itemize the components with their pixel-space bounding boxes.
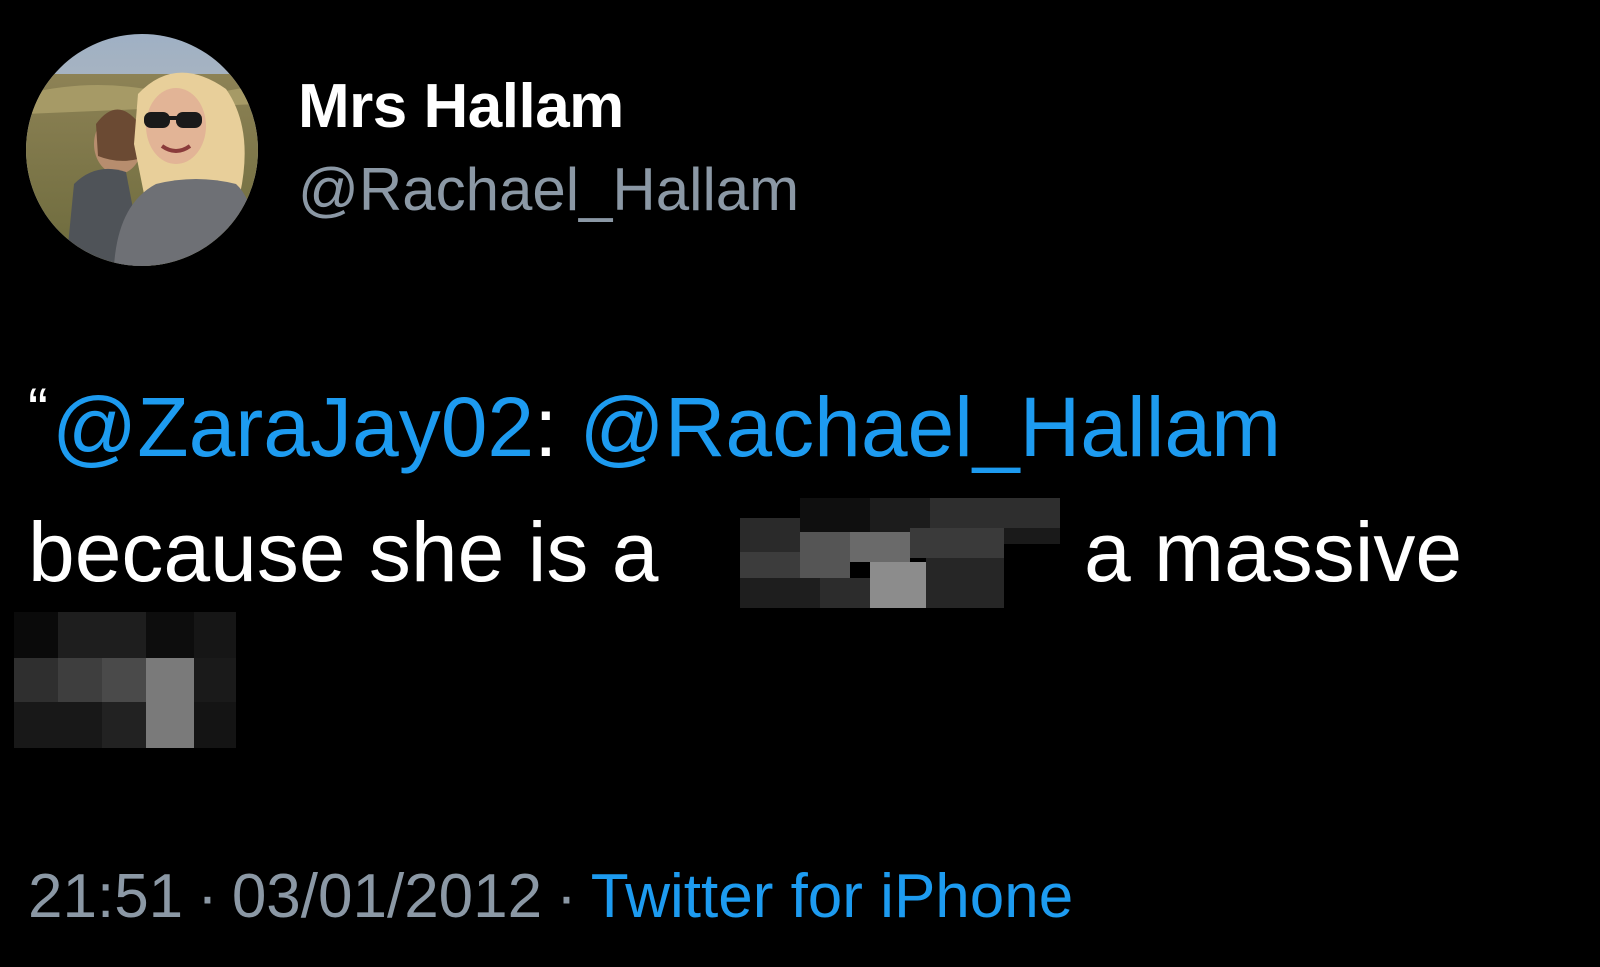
separator-dot: ·	[197, 862, 218, 931]
tweet-meta: 21:51 · 03/01/2012 · Twitter for iPhone	[28, 866, 1073, 928]
display-name[interactable]: Mrs Hallam	[298, 76, 624, 138]
avatar[interactable]	[26, 34, 258, 266]
separator-dot: ·	[556, 862, 577, 931]
censored-word-2	[14, 612, 236, 748]
tweet-text-line-1: “@ZaraJay02: @Rachael_Hallam	[28, 380, 1281, 470]
mention-zarajay02[interactable]: @ZaraJay02	[52, 380, 534, 474]
user-handle[interactable]: @Rachael_Hallam	[298, 160, 799, 220]
avatar-photo	[26, 34, 258, 266]
colon: :	[534, 380, 558, 474]
tweet: Mrs Hallam @Rachael_Hallam “@ZaraJay02: @…	[0, 0, 1600, 967]
tweet-time[interactable]: 21:51	[28, 862, 183, 931]
tweet-source-link[interactable]: Twitter for iPhone	[591, 862, 1073, 931]
censored-word-1	[740, 498, 1060, 608]
quote-mark: “	[28, 376, 48, 443]
tweet-text-line-2: because she is a	[28, 510, 658, 594]
tweet-text-before-censor: because she is a	[28, 505, 659, 599]
tweet-date[interactable]: 03/01/2012	[232, 862, 542, 931]
tweet-text-after-censor: a massive	[1084, 505, 1463, 599]
mention-rachael-hallam[interactable]: @Rachael_Hallam	[579, 380, 1281, 474]
